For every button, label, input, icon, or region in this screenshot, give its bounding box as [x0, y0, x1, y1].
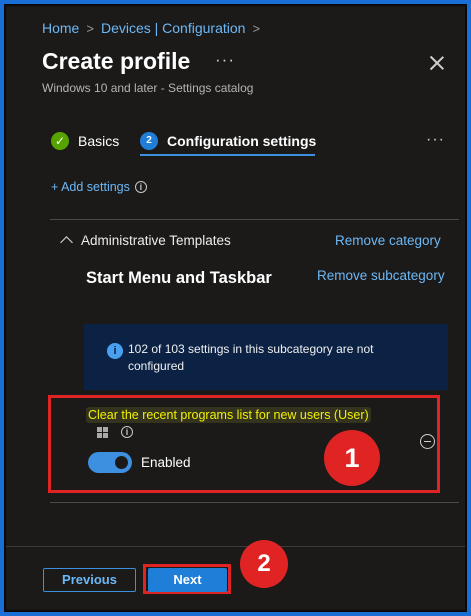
checkmark-circle-icon: ✓ — [51, 132, 69, 150]
breadcrumb-separator: > — [252, 20, 261, 36]
info-icon[interactable]: i — [134, 181, 147, 193]
subcategory-title: Start Menu and Taskbar — [86, 269, 272, 287]
tabs-more-icon[interactable]: ··· — [426, 131, 445, 149]
tab-configuration-settings-label: Configuration settings — [167, 133, 317, 149]
breadcrumb: Home > Devices | Configuration > — [42, 20, 260, 36]
next-button[interactable]: Next — [148, 568, 227, 592]
category-label: Administrative Templates — [81, 233, 231, 248]
setting-name: Clear the recent programs list for new u… — [86, 407, 371, 423]
enabled-toggle[interactable] — [88, 452, 132, 473]
step-number-icon: 2 — [140, 132, 158, 150]
step-2-badge: 2 — [240, 540, 288, 588]
add-settings-label: + Add settings — [51, 180, 130, 194]
remove-subcategory-link[interactable]: Remove subcategory — [317, 268, 445, 283]
step-1-badge: 1 — [324, 430, 380, 486]
footer-divider — [6, 546, 465, 547]
divider — [50, 502, 459, 503]
page-subtitle: Windows 10 and later - Settings catalog — [42, 81, 254, 95]
toggle-state-label: Enabled — [141, 455, 191, 470]
breadcrumb-separator: > — [86, 20, 94, 36]
info-banner-text: 102 of 103 settings in this subcategory … — [128, 342, 374, 373]
more-options-icon[interactable]: ··· — [215, 50, 235, 70]
toggle-knob — [115, 456, 128, 469]
remove-category-link[interactable]: Remove category — [335, 233, 441, 248]
tab-basics[interactable]: ✓ Basics — [51, 132, 119, 150]
divider — [50, 219, 459, 220]
page-title: Create profile — [42, 48, 191, 74]
category-header[interactable]: Administrative Templates — [60, 233, 231, 249]
breadcrumb-home[interactable]: Home — [42, 20, 79, 36]
previous-button[interactable]: Previous — [43, 568, 136, 592]
close-icon[interactable] — [428, 54, 446, 72]
breadcrumb-devices-configuration[interactable]: Devices | Configuration — [101, 20, 245, 36]
minus-circle-icon[interactable] — [420, 434, 435, 449]
active-tab-indicator — [140, 154, 315, 156]
chevron-up-icon[interactable] — [60, 236, 73, 249]
windows-icon — [97, 427, 108, 438]
info-icon: i — [107, 343, 123, 359]
add-settings-link[interactable]: + Add settings i — [51, 180, 147, 194]
tab-basics-label: Basics — [78, 133, 120, 149]
configuration-blade: Home > Devices | Configuration > Create … — [4, 4, 467, 612]
info-icon[interactable]: i — [121, 426, 133, 438]
tab-configuration-settings[interactable]: 2 Configuration settings — [140, 132, 316, 150]
